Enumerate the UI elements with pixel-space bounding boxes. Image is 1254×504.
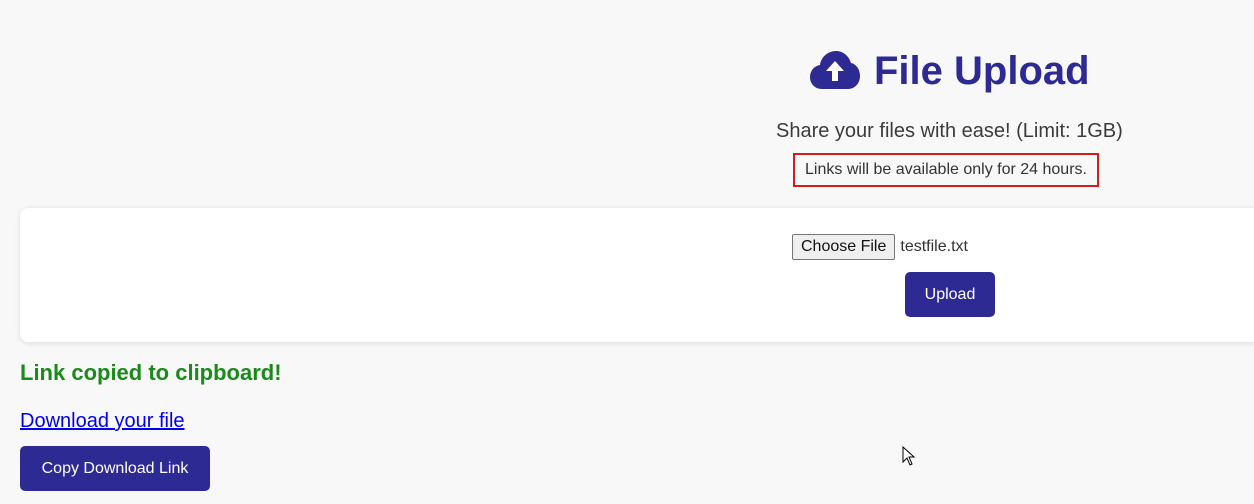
copy-download-link-button[interactable]: Copy Download Link [20, 446, 210, 491]
subtitle: Share your files with ease! (Limit: 1GB) [776, 120, 1123, 142]
title-text: File Upload [874, 48, 1090, 93]
file-input[interactable]: Choose File testfile.txt [792, 234, 968, 260]
status-message: Link copied to clipboard! [20, 360, 282, 385]
mouse-cursor-icon [902, 445, 916, 466]
expiry-notice: Links will be available only for 24 hour… [793, 153, 1099, 187]
page-title: File Upload [810, 46, 1090, 96]
upload-button[interactable]: Upload [905, 272, 995, 317]
choose-file-button[interactable]: Choose File [792, 234, 896, 260]
cloud-upload-icon [810, 51, 860, 91]
download-link[interactable]: Download your file [20, 410, 185, 433]
upload-card [20, 208, 1254, 342]
selected-file-name: testfile.txt [900, 238, 968, 255]
